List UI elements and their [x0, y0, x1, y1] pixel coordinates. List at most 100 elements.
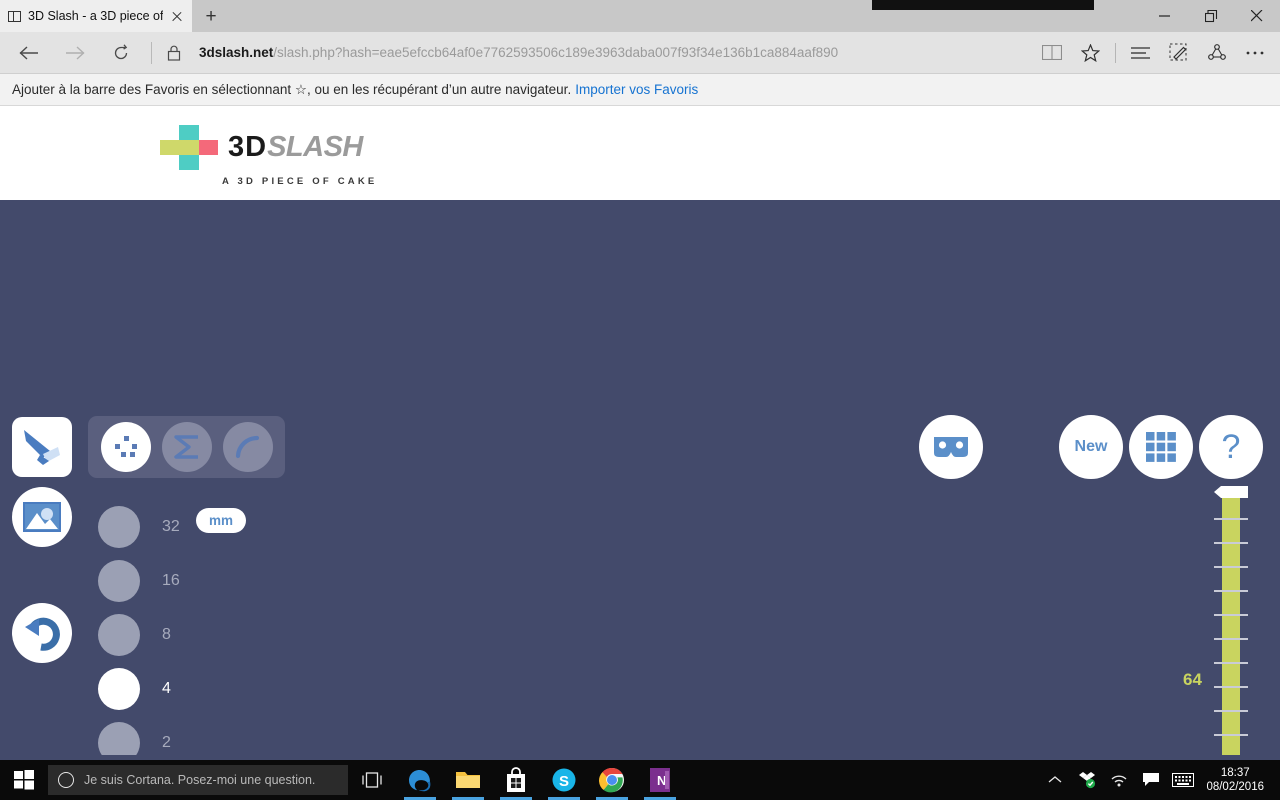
grid-icon: [1145, 431, 1177, 463]
size-option-2[interactable]: 2: [98, 716, 184, 755]
more-icon[interactable]: [1236, 34, 1274, 72]
slider-green-handle-top[interactable]: [1214, 484, 1248, 500]
favorites-star-icon[interactable]: [1071, 34, 1109, 72]
slider-green-track[interactable]: [1222, 490, 1240, 755]
screen-artifact: [872, 0, 1094, 10]
svg-text:N: N: [657, 773, 666, 788]
size-dot: [98, 614, 140, 656]
size-option-32[interactable]: 32: [98, 500, 184, 554]
undo-button[interactable]: [12, 603, 72, 663]
zigzag-mode-button[interactable]: [162, 422, 212, 472]
store-icon[interactable]: [492, 760, 540, 800]
task-view-button[interactable]: [348, 760, 396, 800]
forward-arrow-icon[interactable]: [52, 34, 98, 72]
lock-icon: [159, 45, 189, 61]
toolbar-divider: [1115, 43, 1116, 63]
clock-time: 18:37: [1206, 766, 1264, 780]
import-favorites-link[interactable]: Importer vos Favoris: [575, 82, 698, 97]
image-icon: [23, 502, 61, 532]
size-dot: [98, 668, 140, 710]
edge-icon[interactable]: [396, 760, 444, 800]
size-dot: [98, 560, 140, 602]
back-arrow-icon[interactable]: [6, 34, 52, 72]
size-label: 2: [162, 734, 171, 752]
logo-3d-text: 3D: [228, 131, 267, 163]
size-label: 32: [162, 518, 180, 536]
address-bar[interactable]: 3dslash.net/slash.php?hash=eae5efccb64af…: [189, 45, 1033, 60]
site-logo[interactable]: 3DSLASH A 3D PIECE OF CAKE: [160, 124, 377, 187]
grid-button[interactable]: [1129, 415, 1193, 479]
app-canvas-area: 32 16 8 4 2 1 1/2 1/4 mm: [0, 200, 1280, 755]
skype-icon[interactable]: S: [540, 760, 588, 800]
close-button[interactable]: [1234, 0, 1280, 32]
action-center-icon[interactable]: [1136, 760, 1166, 800]
url-path: /slash.php?hash=eae5efccb64af0e776259350…: [273, 45, 838, 60]
curve-mode-icon: [234, 434, 262, 460]
minimize-button[interactable]: [1142, 0, 1188, 32]
size-option-4[interactable]: 4: [98, 662, 184, 716]
size-label: 4: [162, 680, 171, 698]
unit-badge[interactable]: mm: [196, 508, 246, 533]
windows-taskbar: Je suis Cortana. Posez-moi une question.: [0, 760, 1280, 800]
web-note-icon[interactable]: [1160, 34, 1198, 72]
mode-group: [88, 416, 285, 478]
logo-cross-icon: [160, 124, 218, 171]
cortana-search-box[interactable]: Je suis Cortana. Posez-moi une question.: [48, 765, 348, 795]
cortana-icon: [58, 772, 74, 788]
url-domain: 3dslash.net: [199, 45, 273, 60]
logo-tagline: A 3D PIECE OF CAKE: [222, 176, 377, 187]
window-controls: [1142, 0, 1280, 32]
keyboard-icon[interactable]: [1168, 760, 1198, 800]
file-explorer-icon[interactable]: [444, 760, 492, 800]
help-button[interactable]: ?: [1199, 415, 1263, 479]
favorites-bar-message: Ajouter à la barre des Favoris en sélect…: [12, 82, 571, 98]
share-icon[interactable]: [1198, 34, 1236, 72]
logo-slash-text: SLASH: [267, 131, 363, 163]
cortana-placeholder: Je suis Cortana. Posez-moi une question.: [84, 773, 315, 787]
favorites-bar: Ajouter à la barre des Favoris en sélect…: [0, 74, 1280, 106]
trowel-tool-button[interactable]: [12, 417, 72, 477]
system-tray: 18:37 08/02/2016: [1040, 760, 1280, 800]
tab-close-icon[interactable]: [170, 9, 184, 23]
size-dot: [98, 506, 140, 548]
size-label: 16: [162, 572, 180, 590]
slider-green-value: 64: [1183, 670, 1202, 690]
curve-mode-button[interactable]: [223, 422, 273, 472]
reading-view-icon[interactable]: [1033, 34, 1071, 72]
vr-goggles-button[interactable]: [919, 415, 983, 479]
show-hidden-icons-button[interactable]: [1040, 760, 1070, 800]
size-option-8[interactable]: 8: [98, 608, 184, 662]
tab-title: 3D Slash - a 3D piece of: [28, 9, 163, 23]
chrome-icon[interactable]: [588, 760, 636, 800]
browser-navbar: 3dslash.net/slash.php?hash=eae5efccb64af…: [0, 32, 1280, 74]
image-tool-button[interactable]: [12, 487, 72, 547]
slider-green-vertical[interactable]: 64: [1222, 490, 1240, 755]
hub-icon[interactable]: [1122, 34, 1160, 72]
onenote-icon[interactable]: N: [636, 760, 684, 800]
task-view-icon: [361, 772, 383, 788]
refresh-icon[interactable]: [98, 34, 144, 72]
taskbar-clock[interactable]: 18:37 08/02/2016: [1200, 766, 1274, 794]
undo-icon: [22, 614, 62, 652]
restore-button[interactable]: [1188, 0, 1234, 32]
new-button[interactable]: New: [1059, 415, 1123, 479]
windows-start-icon[interactable]: [0, 760, 48, 800]
browser-tab[interactable]: 3D Slash - a 3D piece of: [0, 0, 192, 32]
new-tab-button[interactable]: +: [192, 2, 230, 32]
vr-goggles-icon: [932, 435, 970, 459]
network-icon[interactable]: [1104, 760, 1134, 800]
size-dot: [98, 722, 140, 755]
dropbox-icon[interactable]: [1072, 760, 1102, 800]
clock-date: 08/02/2016: [1206, 780, 1264, 794]
dots-mode-icon: [113, 434, 139, 460]
browser-titlebar: 3D Slash - a 3D piece of +: [0, 0, 1280, 32]
trowel-tool-icon: [20, 425, 64, 469]
zigzag-mode-icon: [172, 434, 202, 460]
svg-text:S: S: [559, 773, 569, 790]
size-option-16[interactable]: 16: [98, 554, 184, 608]
dots-mode-button[interactable]: [101, 422, 151, 472]
browser-toolbar-icons: [1033, 34, 1274, 72]
navbar-divider: [151, 42, 152, 64]
site-header: 3DSLASH A 3D PIECE OF CAKE CRÉER PRODUIT…: [0, 106, 1280, 200]
window-icon: [8, 11, 21, 22]
